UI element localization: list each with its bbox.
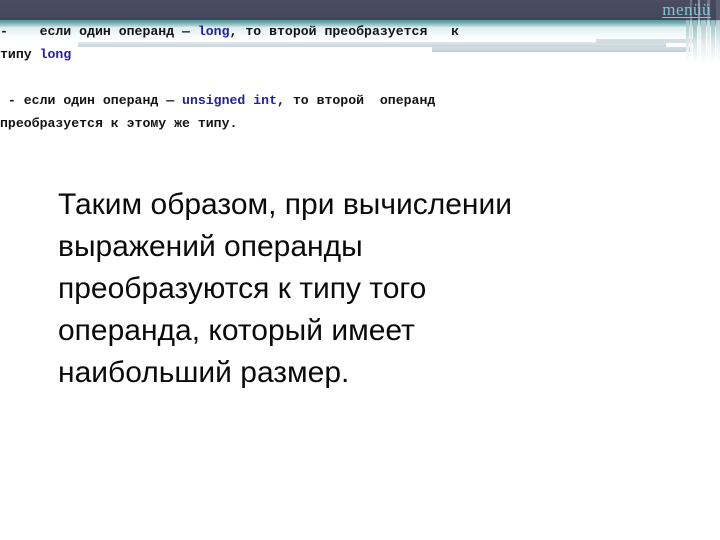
- bullet-1-line-2-prefix: типу: [0, 47, 40, 62]
- bullet-1-line-1-suffix: , то второй преобразуется к: [229, 24, 460, 39]
- conclusion-line: наибольший размер.: [58, 356, 350, 389]
- bullet-1-line-1-prefix: - если один операнд —: [0, 24, 198, 39]
- bullet-2-keyword-unsigned-int: unsigned int: [182, 93, 277, 108]
- slide-canvas: menüü - если один операнд — long, то вто…: [0, 0, 720, 540]
- bullet-1-keyword-long: long: [197, 24, 230, 39]
- bullet-2-line-1-prefix: - если один операнд —: [0, 93, 183, 108]
- conclusion-line: операнда, который имеет: [58, 314, 415, 347]
- conclusion-line: Таким образом, при вычислении: [58, 188, 512, 221]
- bullet-2-line-1-suffix: , то второй операнд: [277, 93, 436, 108]
- bullet-2-line-2: преобразуется к этому же типу.: [0, 116, 238, 131]
- conclusion-line: выражений операнды: [58, 230, 363, 263]
- conclusion-text-block: Таким образом, при вычислении выражений …: [58, 184, 658, 394]
- bullet-paragraph-1: - если один операнд — long, то второй пр…: [0, 20, 720, 66]
- conclusion-line: преобразуются к типу того: [58, 272, 427, 305]
- bullet-1-keyword-long-2: long: [39, 47, 72, 62]
- menu-link[interactable]: menüü: [662, 1, 711, 19]
- header-dark-bar: [0, 0, 720, 20]
- bullet-paragraph-2: - если один операнд — unsigned int, то в…: [0, 89, 720, 135]
